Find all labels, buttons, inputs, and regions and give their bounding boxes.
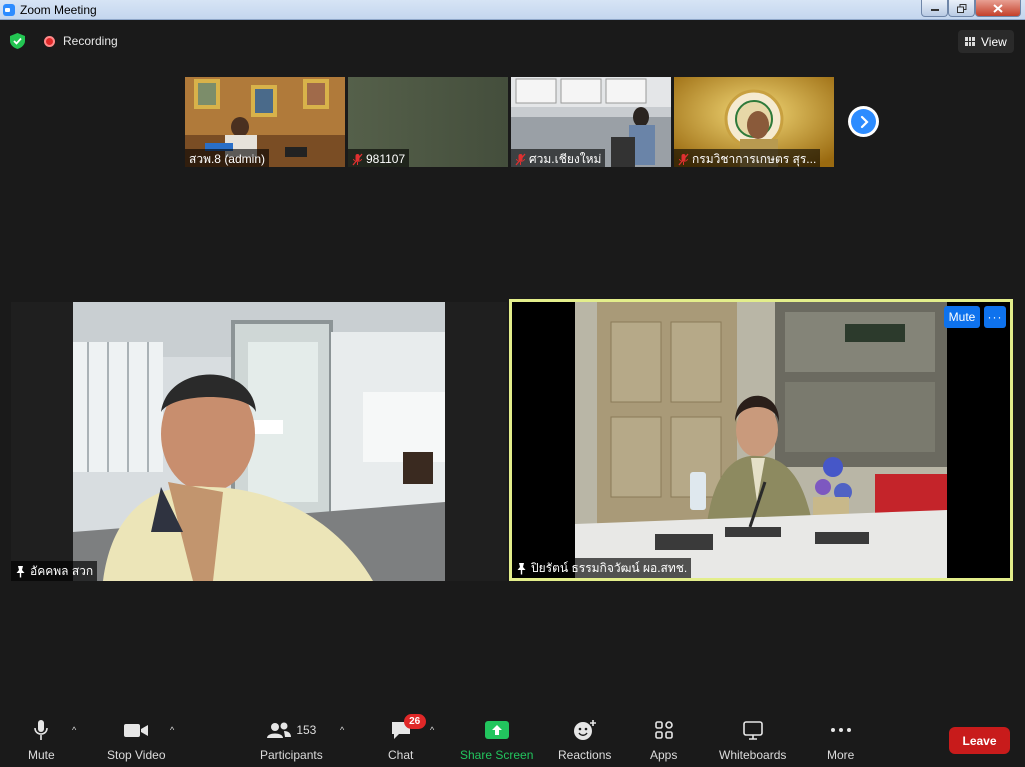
pin-icon bbox=[16, 565, 25, 577]
audio-options-caret-icon[interactable]: ^ bbox=[72, 725, 76, 735]
more-label: More bbox=[827, 748, 855, 762]
share-screen-label: Share Screen bbox=[460, 748, 534, 762]
microphone-icon bbox=[34, 720, 49, 740]
recording-indicator-icon bbox=[44, 36, 55, 47]
thumbnail-name-tag: 981107 bbox=[348, 149, 410, 167]
whiteboards-button[interactable]: Whiteboards bbox=[719, 719, 786, 762]
participant-thumbnail[interactable]: 981107 bbox=[348, 77, 508, 167]
view-button[interactable]: View bbox=[958, 30, 1014, 53]
apps-button[interactable]: Apps bbox=[650, 719, 677, 762]
chat-button[interactable]: 26 Chat bbox=[388, 714, 426, 762]
participants-label: Participants bbox=[260, 748, 323, 762]
mic-muted-icon bbox=[352, 153, 363, 165]
participant-more-button[interactable]: ··· bbox=[984, 306, 1006, 328]
mic-muted-icon bbox=[515, 153, 526, 165]
chat-unread-badge: 26 bbox=[403, 714, 426, 729]
window-title: Zoom Meeting bbox=[20, 2, 97, 17]
pin-icon bbox=[517, 562, 526, 574]
zoom-app-icon bbox=[3, 3, 15, 16]
recording-label: Recording bbox=[63, 34, 118, 48]
video-tile-right[interactable]: Mute ··· ปิยรัตน์ ธรรมกิจวัฒน์ ผอ.สทช. bbox=[509, 299, 1013, 581]
stop-video-button[interactable]: Stop Video bbox=[107, 719, 166, 762]
reactions-button[interactable]: Reactions bbox=[558, 719, 611, 762]
participants-icon bbox=[267, 722, 292, 738]
minimize-icon bbox=[930, 9, 939, 11]
participants-count: 153 bbox=[296, 723, 317, 737]
mic-muted-icon bbox=[678, 153, 689, 165]
more-button[interactable]: More bbox=[827, 719, 854, 762]
participant-name-tag: ปิยรัตน์ ธรรมกิจวัฒน์ ผอ.สทช. bbox=[512, 558, 692, 578]
minimize-button[interactable] bbox=[921, 0, 948, 17]
next-page-button[interactable] bbox=[848, 106, 879, 137]
participants-button[interactable]: 153 Participants bbox=[260, 719, 323, 762]
reactions-smiley-icon bbox=[573, 720, 596, 740]
chat-label: Chat bbox=[388, 748, 414, 762]
mute-label: Mute bbox=[28, 748, 55, 762]
share-screen-button[interactable]: Share Screen bbox=[460, 719, 533, 762]
close-icon bbox=[993, 3, 1003, 13]
apps-label: Apps bbox=[650, 748, 678, 762]
meeting-top-bar: Recording View bbox=[0, 20, 1025, 62]
window-title-bar: Zoom Meeting bbox=[0, 0, 1025, 20]
participant-name-tag: อัคคพล สวก bbox=[11, 561, 98, 581]
grid-view-icon bbox=[965, 37, 975, 46]
stop-video-label: Stop Video bbox=[107, 748, 166, 762]
more-dots-icon bbox=[830, 728, 851, 732]
video-camera-icon bbox=[124, 724, 149, 737]
participant-mute-button[interactable]: Mute bbox=[944, 306, 980, 328]
security-shield-icon[interactable] bbox=[10, 33, 25, 49]
participant-video-right bbox=[575, 302, 947, 578]
thumbnail-name-tag: ศวม.เชียงใหม่ bbox=[511, 149, 606, 167]
video-tile-left[interactable]: อัคคพล สวก bbox=[11, 302, 507, 581]
participant-video-left bbox=[73, 302, 445, 581]
participant-thumbnail[interactable]: ศวม.เชียงใหม่ bbox=[511, 77, 671, 167]
maximize-button[interactable] bbox=[948, 0, 975, 17]
view-label: View bbox=[981, 34, 1007, 49]
close-window-button[interactable] bbox=[975, 0, 1021, 17]
leave-button[interactable]: Leave bbox=[949, 727, 1010, 754]
participant-thumbnail[interactable]: กรมวิชาการเกษตร สุร... bbox=[674, 77, 834, 167]
reactions-label: Reactions bbox=[558, 748, 612, 762]
thumbnail-name-tag: กรมวิชาการเกษตร สุร... bbox=[674, 149, 821, 167]
meeting-toolbar: Mute ^ Stop Video ^ 153 Participants ^ 2… bbox=[0, 707, 1025, 767]
chevron-right-icon bbox=[860, 115, 869, 128]
participants-options-caret-icon[interactable]: ^ bbox=[340, 725, 344, 735]
chat-options-caret-icon[interactable]: ^ bbox=[430, 725, 434, 735]
share-screen-icon bbox=[484, 721, 509, 739]
thumbnail-name-tag: สวพ.8 (admin) bbox=[185, 149, 269, 167]
video-options-caret-icon[interactable]: ^ bbox=[170, 725, 174, 735]
apps-icon bbox=[654, 721, 673, 739]
restore-icon bbox=[956, 3, 966, 13]
mute-button[interactable]: Mute bbox=[28, 719, 55, 762]
participant-thumbnail[interactable]: สวพ.8 (admin) bbox=[185, 77, 345, 167]
whiteboard-icon bbox=[742, 721, 763, 740]
whiteboards-label: Whiteboards bbox=[719, 748, 787, 762]
